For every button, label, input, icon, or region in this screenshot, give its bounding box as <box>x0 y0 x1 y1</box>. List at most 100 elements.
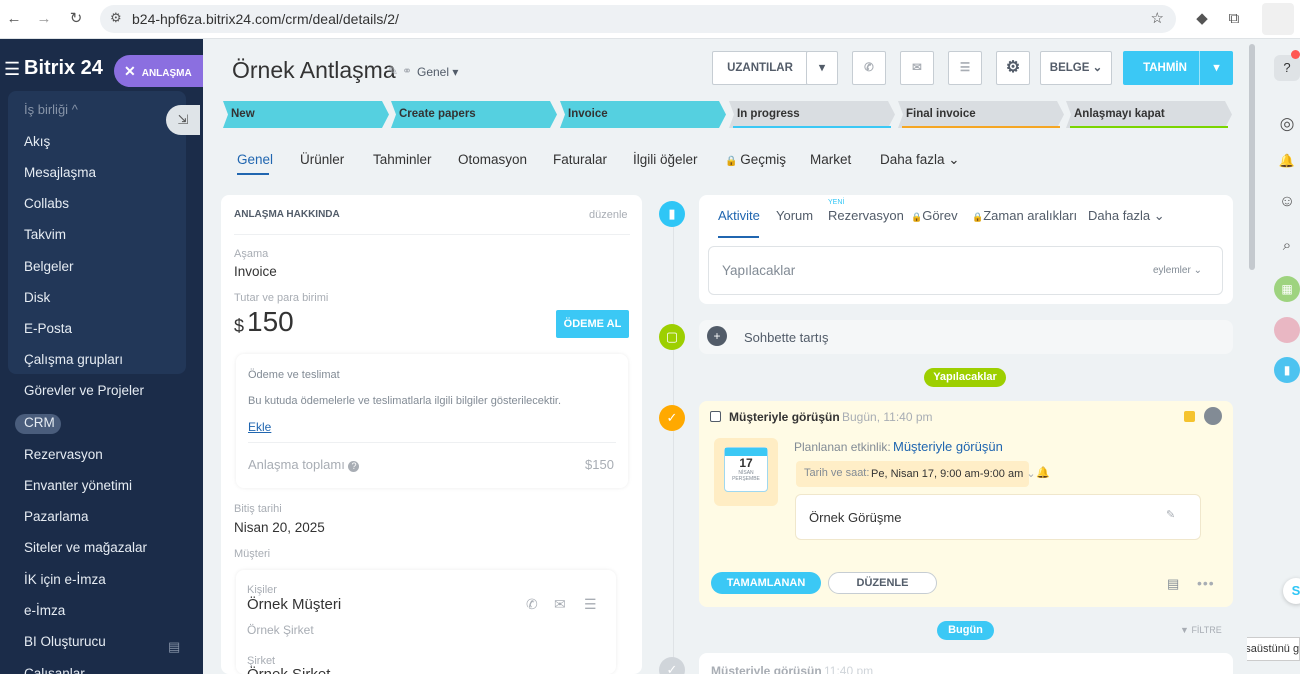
note-text[interactable]: Örnek Görüşme <box>809 510 901 525</box>
color-flag-icon[interactable] <box>1184 411 1195 422</box>
responsible-avatar-icon[interactable] <box>1204 407 1222 425</box>
collapse-panel-icon[interactable]: ⇲ <box>166 105 200 135</box>
edit-link[interactable]: düzenle <box>589 209 628 221</box>
activity-tab-3[interactable]: 🔒Görev <box>911 208 958 223</box>
sms-icon[interactable]: ☰ <box>948 51 982 85</box>
site-settings-icon[interactable]: ⚙ <box>110 10 122 26</box>
scrollbar-thumb[interactable] <box>1249 44 1255 270</box>
bell-icon[interactable]: 🔔 <box>1274 148 1300 174</box>
activity-tab-1[interactable]: Yorum <box>776 208 813 223</box>
todo-checkbox[interactable] <box>710 411 721 422</box>
profile-avatar[interactable] <box>1262 3 1294 35</box>
sidebar-item[interactable]: Görevler ve Projeler <box>24 383 144 398</box>
url-text[interactable]: b24-hpf6za.bitrix24.com/crm/deal/details… <box>132 11 399 27</box>
tab-5[interactable]: İlgili öğeler <box>633 152 698 167</box>
calendar-app-icon[interactable]: ▦ <box>1274 276 1300 302</box>
help-circle-icon[interactable]: ? <box>348 461 360 472</box>
menu-toggle-icon[interactable]: ☰ <box>4 59 20 80</box>
bitrix-logo[interactable]: Bitrix 24 <box>24 57 103 80</box>
tab-8[interactable]: Daha fazla ⌄ <box>880 152 960 168</box>
chat-icon[interactable]: ☺ <box>1274 189 1300 215</box>
stage-value[interactable]: Invoice <box>234 264 277 279</box>
sidebar-item[interactable]: Pazarlama <box>24 509 89 524</box>
sidebar-item[interactable]: e-İmza <box>24 603 65 618</box>
edit-title-icon[interactable]: ✎ <box>388 64 398 78</box>
settings-gear-icon[interactable]: ⚙ <box>996 51 1030 85</box>
sidebar-item[interactable]: Belgeler <box>24 259 74 274</box>
more-menu-icon[interactable]: ••• <box>1197 575 1215 591</box>
reload-icon[interactable]: ↻ <box>66 9 86 29</box>
extensions-button[interactable]: UZANTILAR <box>712 51 808 85</box>
sidebar-item[interactable]: Collabs <box>24 196 69 211</box>
tab-4[interactable]: Faturalar <box>553 152 607 167</box>
sidebar-item[interactable]: E-Posta <box>24 321 72 336</box>
sidebar-item[interactable]: Akış <box>24 134 50 149</box>
activity-tab-5[interactable]: Daha fazla ⌄ <box>1088 208 1165 224</box>
activity-tab-4[interactable]: 🔒Zaman aralıkları <box>972 208 1077 223</box>
sidebar-item[interactable]: Çalışma grupları <box>24 352 123 367</box>
amount-value[interactable]: 150 <box>247 306 294 338</box>
actions-dropdown[interactable]: eylemler ⌄ <box>1153 265 1202 276</box>
tab-7[interactable]: Market <box>810 152 851 167</box>
contact-phone-icon[interactable]: ✆ <box>526 596 538 613</box>
contact-mail-icon[interactable]: ✉ <box>554 596 566 613</box>
stage-step[interactable]: Create papers <box>391 101 557 128</box>
document-button[interactable]: BELGE ⌄ <box>1040 51 1112 85</box>
close-deal-slider[interactable]: ✕ ANLAŞMA <box>114 55 206 87</box>
forward-icon[interactable]: → <box>34 9 54 29</box>
sidebar-item[interactable]: Rezervasyon <box>24 447 103 462</box>
contact-chat-icon[interactable]: ☰ <box>584 596 597 613</box>
sidebar-item[interactable]: Envanter yönetimi <box>24 478 132 493</box>
company-name[interactable]: Örnek Şirket <box>247 666 330 674</box>
receive-payment-button[interactable]: ÖDEME AL <box>556 310 629 338</box>
sidebar-section-label[interactable]: İş birliği ^ <box>24 102 78 117</box>
phone-icon[interactable]: ✆ <box>852 51 886 85</box>
complete-button[interactable]: TAMAMLANAN <box>711 572 821 594</box>
close-icon[interactable]: ✕ <box>124 63 136 79</box>
puzzle-icon[interactable]: ⧉ <box>1224 9 1244 29</box>
forecast-button[interactable]: TAHMİN ▾ <box>1123 51 1233 85</box>
end-date-value[interactable]: Nisan 20, 2025 <box>234 520 325 535</box>
activity-tab-2[interactable]: Rezervasyon <box>828 208 904 223</box>
todo-title[interactable]: Müşteriyle görüşün <box>729 410 840 424</box>
back-icon[interactable]: ← <box>4 9 24 29</box>
tab-2[interactable]: Tahminler <box>373 152 432 167</box>
sidebar-item[interactable]: Siteler ve mağazalar <box>24 540 147 555</box>
stage-step[interactable]: Final invoice <box>898 101 1064 128</box>
note-icon[interactable]: ▤ <box>1167 576 1179 592</box>
bookmark-icon[interactable]: ▮ <box>1274 357 1300 383</box>
chat-discuss-label[interactable]: Sohbette tartış <box>744 330 829 345</box>
edit-activity-button[interactable]: DÜZENLE <box>828 572 937 594</box>
stage-step[interactable]: Invoice <box>560 101 726 128</box>
add-payment-link[interactable]: Ekle <box>248 420 271 434</box>
address-bar[interactable]: ⚙ b24-hpf6za.bitrix24.com/crm/deal/detai… <box>100 5 1176 33</box>
copilot-icon[interactable]: ◎ <box>1274 111 1300 137</box>
sidebar-item[interactable]: Takvim <box>24 227 66 242</box>
tab-6[interactable]: 🔒 Geçmiş <box>725 152 786 167</box>
activity-tab-0[interactable]: Aktivite <box>718 208 760 223</box>
sidebar-item[interactable]: İK için e-İmza <box>24 572 106 587</box>
extensions-dropdown-icon[interactable]: ▾ <box>806 51 838 85</box>
tab-1[interactable]: Ürünler <box>300 152 344 167</box>
add-user-icon[interactable]: + <box>707 326 727 346</box>
sidebar-item[interactable]: Disk <box>24 290 50 305</box>
reminder-bell-icon[interactable]: 🔔 <box>1036 466 1050 479</box>
link-icon[interactable]: ⚭ <box>402 64 412 78</box>
tab-3[interactable]: Otomasyon <box>458 152 527 167</box>
stage-step[interactable]: In progress <box>729 101 895 128</box>
bookmark-star-icon[interactable]: ☆ <box>1151 9 1164 27</box>
forecast-dropdown-icon[interactable]: ▾ <box>1199 51 1233 85</box>
sidebar-item[interactable]: Mesajlaşma <box>24 165 96 180</box>
user-avatar[interactable] <box>1274 317 1300 343</box>
mail-icon[interactable]: ✉ <box>900 51 934 85</box>
edit-note-icon[interactable]: ✎ <box>1166 508 1175 521</box>
tab-0[interactable]: Genel <box>237 152 273 167</box>
sidebar-item[interactable]: BI Oluşturucu <box>24 634 106 649</box>
category-selector[interactable]: Genel ▾ <box>417 65 458 79</box>
stage-step[interactable]: Anlaşmayı kapat <box>1066 101 1232 128</box>
printer-icon[interactable]: ▤ <box>168 639 180 655</box>
filter-button[interactable]: ▼ FİLTRE <box>1180 625 1222 635</box>
extension-icon[interactable]: ◆ <box>1192 9 1212 29</box>
sidebar-item[interactable]: Çalışanlar <box>24 666 85 674</box>
search-icon[interactable]: ⌕ <box>1274 233 1300 259</box>
